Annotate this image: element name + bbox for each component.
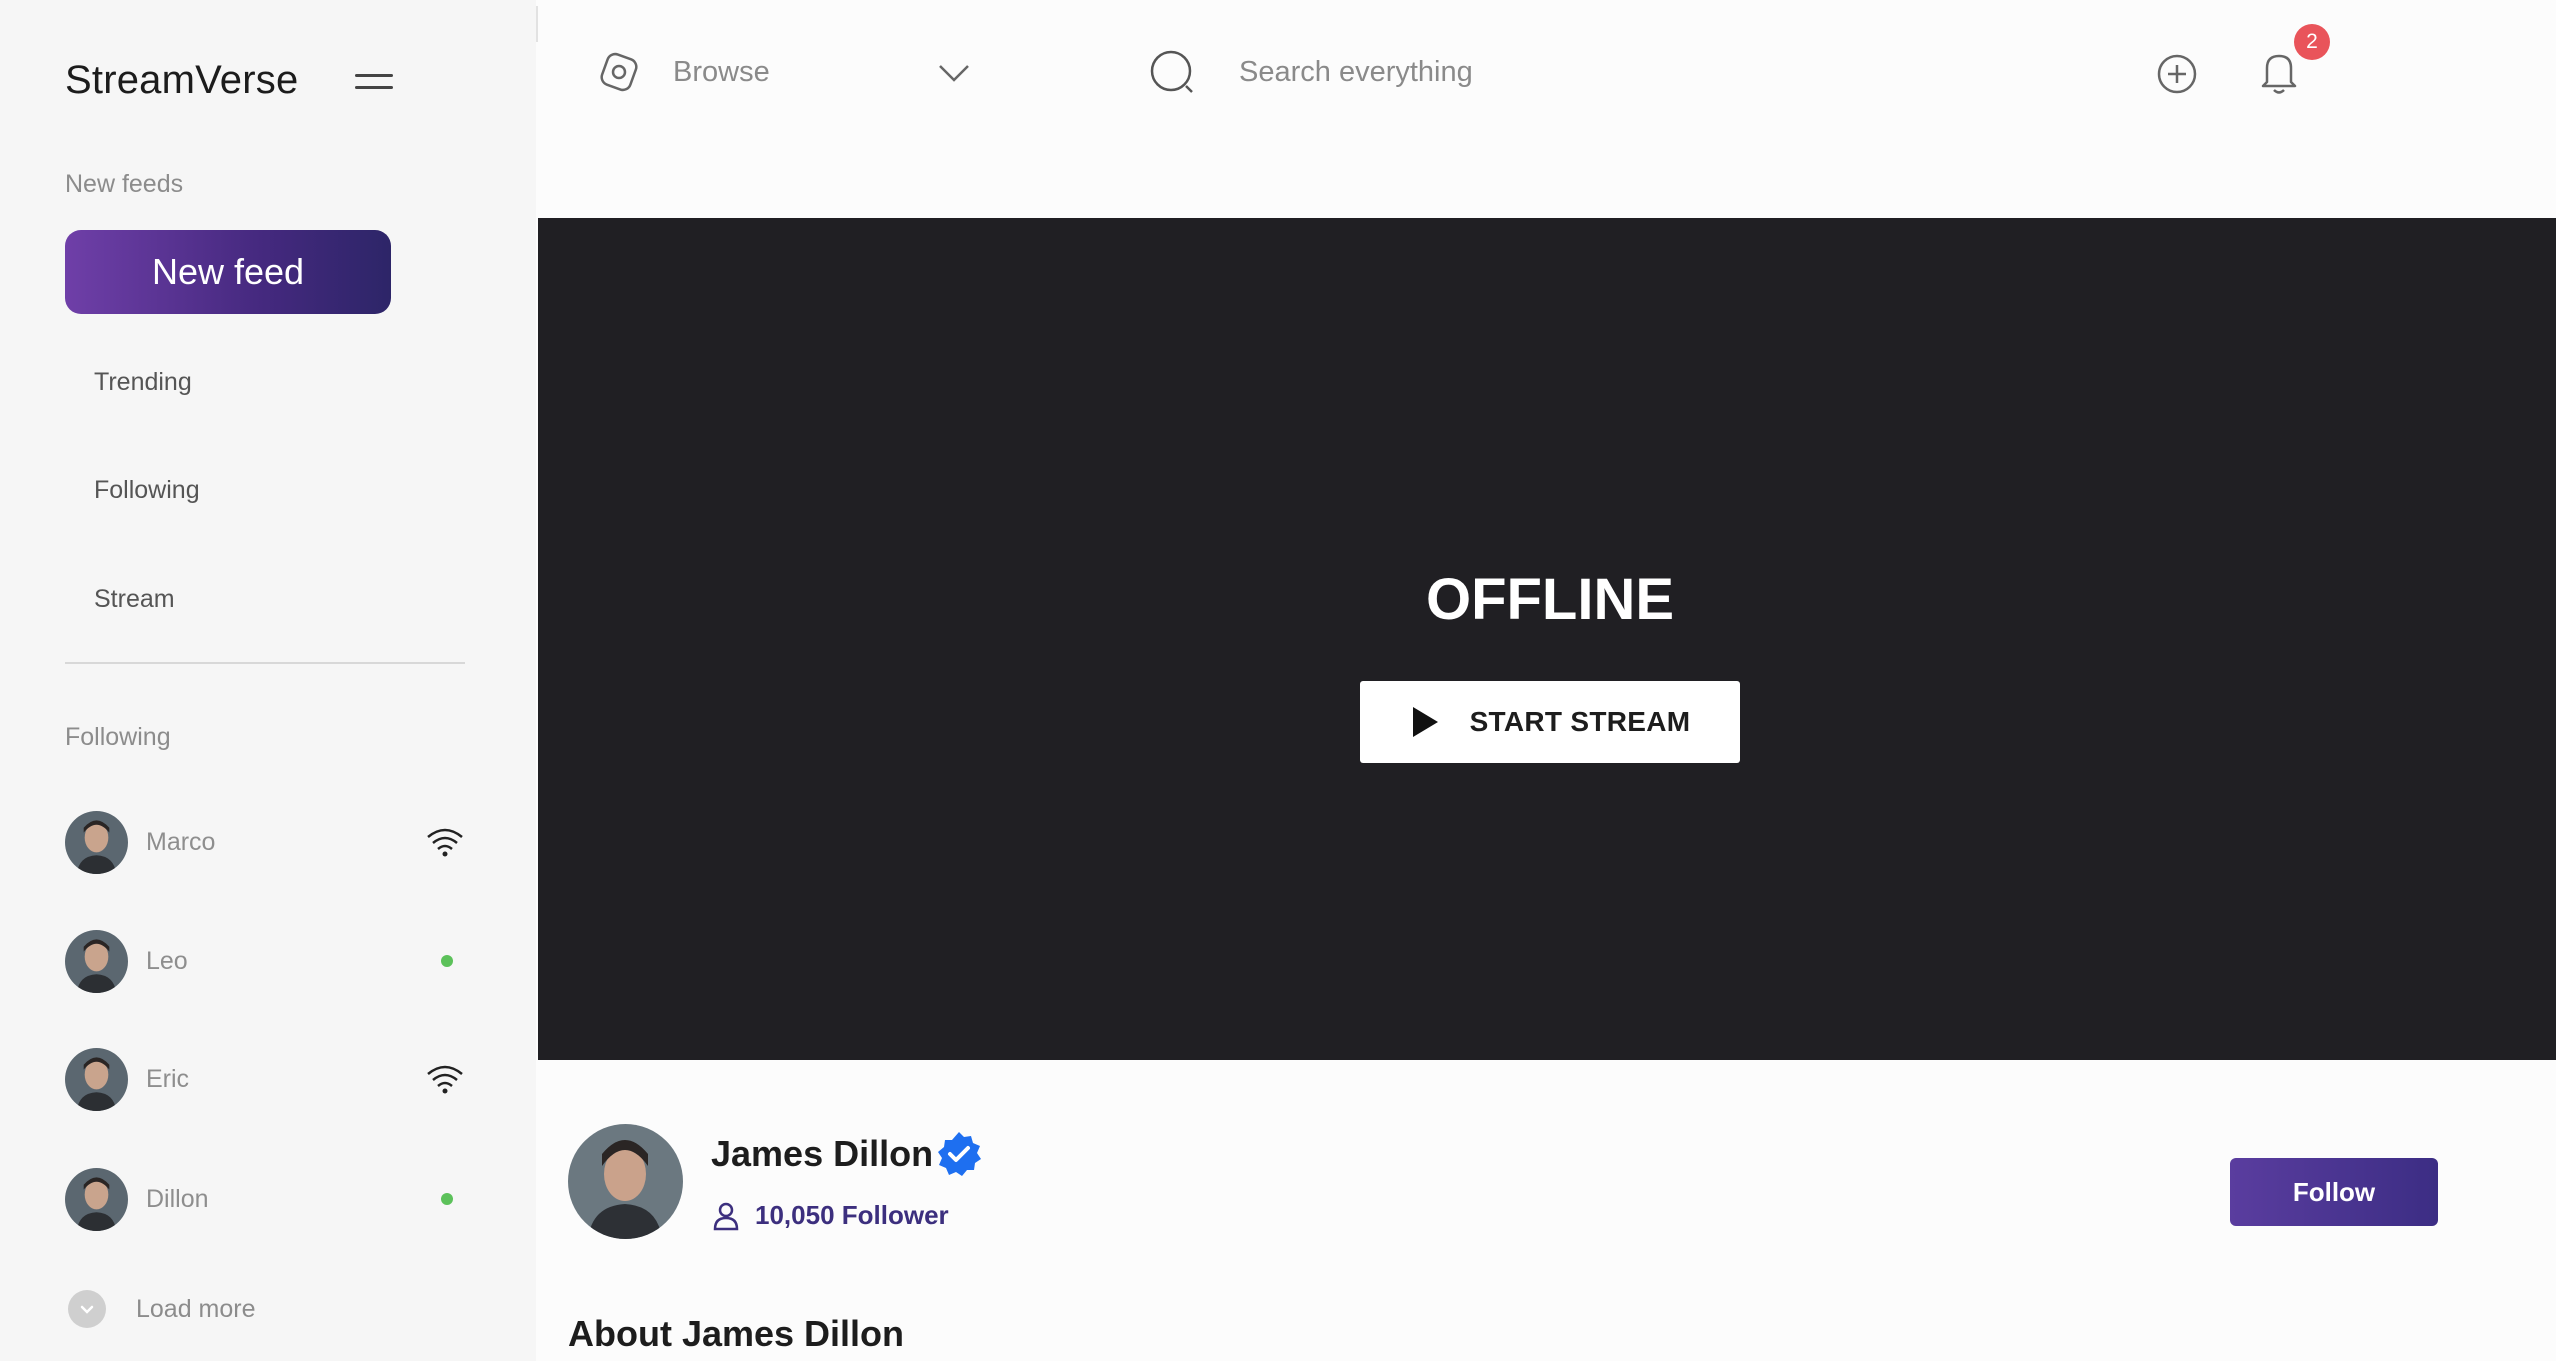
sidebar-item-trending[interactable]: Trending xyxy=(94,368,192,397)
load-more-label: Load more xyxy=(136,1294,256,1323)
menu-icon[interactable] xyxy=(355,74,393,92)
following-name: Marco xyxy=(146,827,216,856)
sidebar-item-stream[interactable]: Stream xyxy=(94,585,175,614)
following-name: Eric xyxy=(146,1064,190,1093)
sidebar: StreamVerse New feeds New feed Trending … xyxy=(0,0,536,1361)
search-icon[interactable] xyxy=(1148,48,1198,98)
bell-icon[interactable] xyxy=(2258,48,2300,96)
wifi-icon xyxy=(427,1065,463,1094)
online-status-dot xyxy=(441,955,453,967)
new-feeds-label: New feeds xyxy=(65,170,184,198)
chevron-down-circle-icon xyxy=(68,1290,106,1328)
follow-button[interactable]: Follow xyxy=(2230,1158,2438,1226)
sidebar-item-following[interactable]: Following xyxy=(94,476,200,505)
stream-player[interactable] xyxy=(538,218,2556,1060)
following-name: Leo xyxy=(146,946,188,975)
app-logo[interactable]: StreamVerse xyxy=(65,58,298,103)
avatar xyxy=(65,1047,128,1111)
topbar xyxy=(538,0,2556,218)
profile-name: James Dillon xyxy=(711,1133,934,1174)
compass-icon[interactable] xyxy=(598,50,640,94)
avatar xyxy=(65,810,128,874)
user-icon xyxy=(713,1202,739,1230)
profile-avatar[interactable] xyxy=(568,1124,683,1239)
browse-dropdown-label[interactable]: Browse xyxy=(673,56,770,89)
following-item-marco[interactable]: Marco xyxy=(65,810,465,874)
about-heading: About James Dillon xyxy=(568,1313,905,1354)
wifi-icon xyxy=(427,828,463,857)
start-stream-button[interactable]: START STREAM xyxy=(1360,681,1740,763)
new-feed-button[interactable]: New feed xyxy=(65,230,391,314)
start-stream-label: START STREAM xyxy=(1469,706,1691,737)
follower-count-label: 10,050 Follower xyxy=(755,1200,949,1230)
following-name: Dillon xyxy=(146,1184,209,1213)
chevron-down-icon[interactable] xyxy=(937,62,971,84)
follower-count: 10,050 Follower xyxy=(711,1200,949,1231)
following-item-leo[interactable]: Leo xyxy=(65,929,465,993)
following-item-eric[interactable]: Eric xyxy=(65,1047,465,1111)
following-item-dillon[interactable]: Dillon xyxy=(65,1167,465,1231)
following-section-label: Following xyxy=(65,723,171,751)
add-circle-icon[interactable] xyxy=(2155,52,2199,96)
stream-status-text: OFFLINE xyxy=(1425,567,1675,632)
verified-badge-icon xyxy=(938,1132,981,1176)
online-status-dot xyxy=(441,1193,453,1205)
load-more-button[interactable]: Load more xyxy=(68,1290,256,1328)
search-input[interactable] xyxy=(1239,46,1939,98)
avatar xyxy=(65,929,128,993)
sidebar-divider xyxy=(65,662,465,664)
play-icon xyxy=(1412,707,1438,737)
notification-badge: 2 xyxy=(2294,24,2330,60)
avatar xyxy=(65,1167,128,1231)
